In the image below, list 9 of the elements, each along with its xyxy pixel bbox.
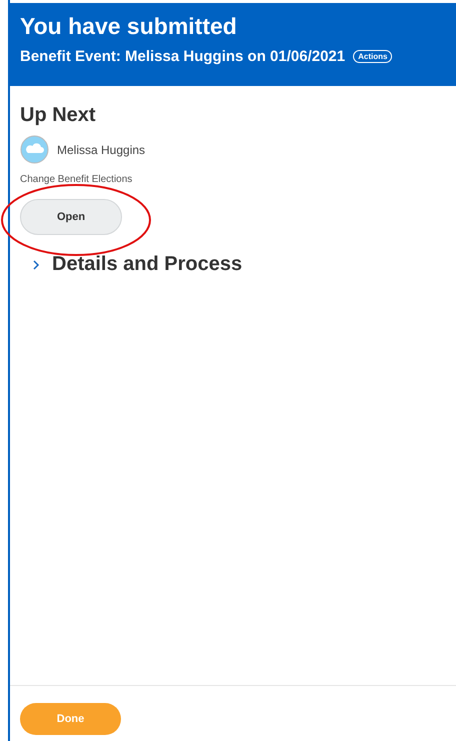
page-title: You have submitted xyxy=(20,13,238,40)
avatar-icon xyxy=(20,135,49,164)
section-toggle[interactable]: Details and Process xyxy=(32,253,456,276)
actions-button[interactable]: Actions xyxy=(353,50,392,63)
person-name: Melissa Huggins xyxy=(57,142,146,156)
task-name: Change Benefit Elections xyxy=(20,174,134,185)
section-heading: Up Next xyxy=(20,104,97,127)
event-subtitle: Benefit Event: Melissa Huggins on 01/06/2021 xyxy=(20,48,346,65)
open-button[interactable]: Open xyxy=(20,199,122,235)
